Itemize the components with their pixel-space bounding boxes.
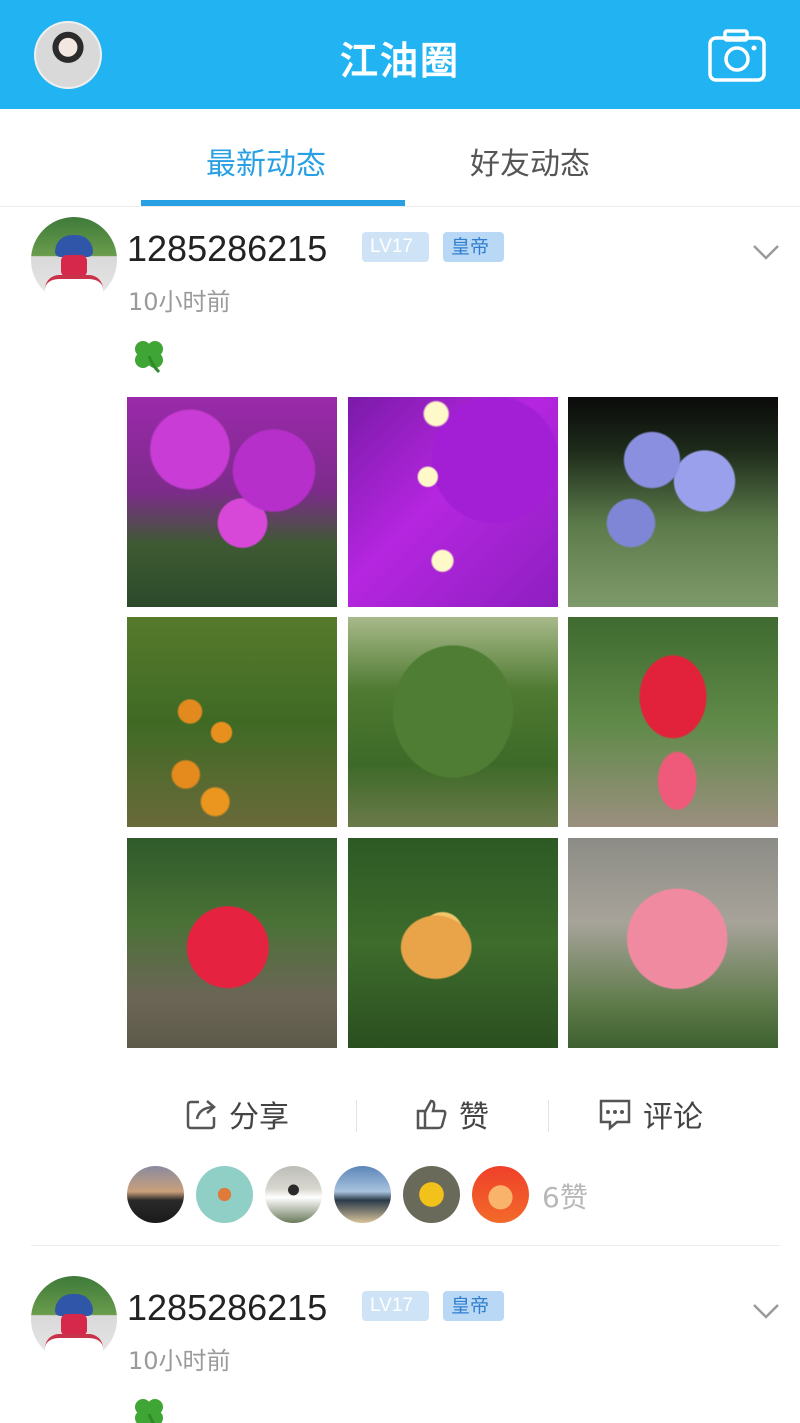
post-photo[interactable]	[127, 838, 337, 1048]
post-author-name[interactable]: 1285286215	[127, 228, 327, 270]
liker-avatar[interactable]	[265, 1166, 322, 1223]
four-leaf-clover-icon	[135, 341, 163, 374]
share-icon	[186, 1100, 216, 1130]
rank-badge: 皇帝	[443, 232, 504, 262]
post-photo[interactable]	[568, 838, 778, 1048]
post-photo[interactable]	[568, 397, 778, 607]
level-badge: LV17	[362, 1291, 429, 1321]
post-divider	[31, 1245, 780, 1246]
four-leaf-clover-icon	[135, 1399, 163, 1423]
like-button[interactable]: 赞	[415, 1086, 489, 1142]
feed-post: 1285286215 LV17 皇帝 10小时前 分享 赞 评论 6赞	[0, 208, 800, 1246]
liker-avatar[interactable]	[196, 1166, 253, 1223]
rank-badge: 皇帝	[443, 1291, 504, 1321]
post-photo[interactable]	[348, 397, 558, 607]
chevron-down-icon[interactable]	[752, 243, 780, 261]
feed-tabs: 最新动态 好友动态	[0, 109, 800, 207]
level-badge: LV17	[362, 232, 429, 262]
comment-icon	[599, 1099, 631, 1131]
post-actions: 分享 赞 评论	[127, 1086, 777, 1142]
post-timestamp: 10小时前	[128, 1347, 231, 1375]
share-label: 分享	[229, 1100, 289, 1135]
likers-row: 6赞	[127, 1166, 777, 1224]
share-button[interactable]: 分享	[185, 1086, 289, 1142]
divider	[548, 1100, 549, 1132]
feed-post: 1285286215 LV17 皇帝 10小时前	[0, 1262, 800, 1423]
like-label: 赞	[459, 1100, 489, 1135]
tab-friends[interactable]: 好友动态	[470, 139, 590, 183]
comment-label: 评论	[643, 1100, 703, 1135]
post-photo[interactable]	[568, 617, 778, 827]
post-photo[interactable]	[127, 617, 337, 827]
page-title: 江油圈	[339, 39, 460, 83]
liker-avatar[interactable]	[334, 1166, 391, 1223]
post-photo[interactable]	[127, 397, 337, 607]
thumbs-up-icon	[416, 1099, 447, 1130]
divider	[356, 1100, 357, 1132]
post-photo[interactable]	[348, 838, 558, 1048]
top-bar: 江油圈	[0, 0, 800, 109]
post-author-avatar[interactable]	[31, 217, 117, 303]
comment-button[interactable]: 评论	[597, 1086, 703, 1142]
photo-grid	[127, 397, 778, 1048]
liker-avatar[interactable]	[127, 1166, 184, 1223]
tab-latest[interactable]: 最新动态	[206, 139, 326, 183]
post-timestamp: 10小时前	[128, 288, 231, 316]
liker-avatar[interactable]	[403, 1166, 460, 1223]
camera-icon[interactable]	[708, 28, 766, 84]
active-tab-indicator	[141, 200, 405, 206]
post-photo[interactable]	[348, 617, 558, 827]
like-count[interactable]: 6赞	[542, 1176, 588, 1216]
post-author-name[interactable]: 1285286215	[127, 1287, 327, 1329]
liker-avatar[interactable]	[472, 1166, 529, 1223]
chevron-down-icon[interactable]	[752, 1302, 780, 1320]
post-author-avatar[interactable]	[31, 1276, 117, 1362]
